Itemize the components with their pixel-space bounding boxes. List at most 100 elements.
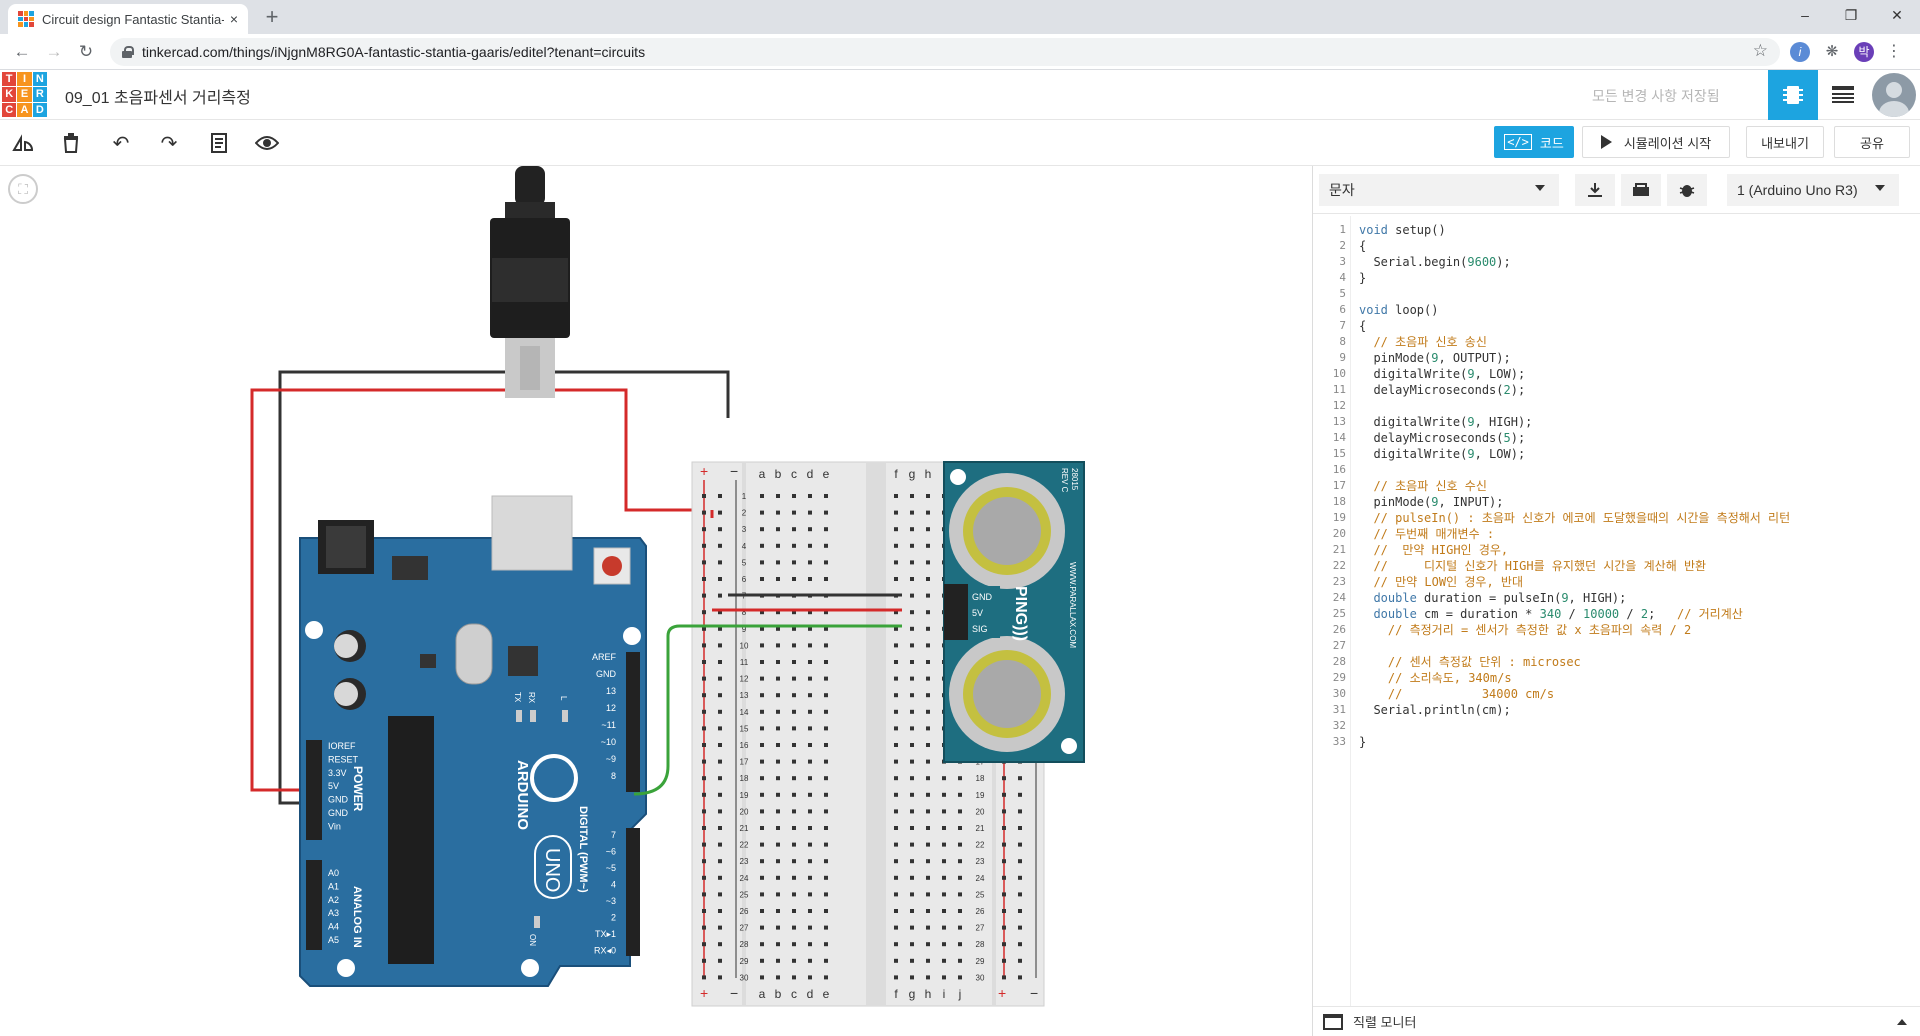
- breadboard-hole[interactable]: [942, 875, 946, 880]
- breadboard-hole[interactable]: [792, 643, 796, 648]
- code-line[interactable]: delayMicroseconds(2);: [1359, 382, 1919, 398]
- breadboard-hole[interactable]: [760, 892, 764, 897]
- code-line[interactable]: void loop(): [1359, 302, 1919, 318]
- notes-icon[interactable]: [204, 129, 234, 157]
- code-line[interactable]: [1359, 286, 1919, 302]
- breadboard-hole[interactable]: [910, 792, 914, 797]
- breadboard-hole[interactable]: [776, 958, 780, 963]
- breadboard-hole[interactable]: [760, 693, 764, 698]
- breadboard-hole[interactable]: [792, 660, 796, 664]
- breadboard-hole[interactable]: [718, 826, 722, 830]
- breadboard-hole[interactable]: [894, 676, 898, 681]
- breadboard-hole[interactable]: [894, 510, 898, 515]
- breadboard-hole[interactable]: [894, 792, 898, 797]
- breadboard-hole[interactable]: [926, 494, 930, 498]
- breadboard-hole[interactable]: [894, 859, 898, 864]
- breadboard-hole[interactable]: [702, 892, 706, 897]
- code-line[interactable]: // 센서 측정값 단위 : microsec: [1359, 654, 1919, 670]
- puzzle-extensions-icon[interactable]: ❋: [1822, 42, 1842, 62]
- breadboard-hole[interactable]: [792, 726, 796, 731]
- breadboard-hole[interactable]: [894, 726, 898, 731]
- breadboard-hole[interactable]: [926, 975, 930, 980]
- breadboard-hole[interactable]: [776, 643, 780, 648]
- breadboard-hole[interactable]: [718, 510, 722, 515]
- breadboard-hole[interactable]: [702, 693, 706, 698]
- breadboard-hole[interactable]: [792, 676, 796, 681]
- breadboard-hole[interactable]: [894, 975, 898, 980]
- breadboard-hole[interactable]: [718, 859, 722, 864]
- breadboard-hole[interactable]: [776, 842, 780, 847]
- breadboard-hole[interactable]: [808, 560, 812, 565]
- breadboard-hole[interactable]: [894, 909, 898, 913]
- code-text[interactable]: void setup(){ Serial.begin(9600);} void …: [1359, 216, 1919, 1006]
- breadboard-hole[interactable]: [824, 693, 828, 698]
- breadboard-hole[interactable]: [760, 776, 764, 781]
- breadboard-hole[interactable]: [942, 859, 946, 864]
- breadboard-hole[interactable]: [910, 626, 914, 631]
- breadboard-hole[interactable]: [776, 925, 780, 930]
- breadboard-hole[interactable]: [926, 909, 930, 913]
- breadboard-hole[interactable]: [702, 875, 706, 880]
- breadboard-hole[interactable]: [824, 560, 828, 565]
- breadboard-hole[interactable]: [910, 593, 914, 598]
- breadboard-hole[interactable]: [824, 809, 828, 814]
- code-line[interactable]: double cm = duration * 340 / 10000 / 2; …: [1359, 606, 1919, 622]
- breadboard-hole[interactable]: [894, 660, 898, 664]
- download-icon[interactable]: [1575, 174, 1615, 206]
- restore-button[interactable]: ❐: [1828, 0, 1874, 30]
- breadboard-hole[interactable]: [824, 577, 828, 581]
- breadboard-hole[interactable]: [808, 792, 812, 797]
- breadboard-hole[interactable]: [792, 942, 796, 947]
- breadboard-hole[interactable]: [926, 560, 930, 565]
- breadboard-hole[interactable]: [1018, 859, 1022, 864]
- breadboard-hole[interactable]: [702, 792, 706, 797]
- breadboard-hole[interactable]: [894, 693, 898, 698]
- breadboard-hole[interactable]: [792, 494, 796, 498]
- code-line[interactable]: // 측정거리 = 센서가 측정한 값 x 초음파의 속력 / 2: [1359, 622, 1919, 638]
- breadboard-hole[interactable]: [926, 892, 930, 897]
- trash-icon[interactable]: [56, 129, 86, 157]
- breadboard-hole[interactable]: [894, 743, 898, 747]
- code-line[interactable]: Serial.println(cm);: [1359, 702, 1919, 718]
- breadboard-hole[interactable]: [808, 759, 812, 764]
- breadboard-hole[interactable]: [760, 875, 764, 880]
- breadboard-hole[interactable]: [718, 577, 722, 581]
- breadboard-hole[interactable]: [926, 942, 930, 947]
- breadboard-hole[interactable]: [808, 693, 812, 698]
- breadboard-hole[interactable]: [824, 826, 828, 830]
- breadboard-hole[interactable]: [702, 958, 706, 963]
- browser-tab[interactable]: Circuit design Fantastic Stantia- ×: [8, 4, 248, 34]
- breadboard-hole[interactable]: [718, 975, 722, 980]
- new-tab-button[interactable]: +: [258, 4, 286, 32]
- breadboard-hole[interactable]: [910, 577, 914, 581]
- breadboard-hole[interactable]: [792, 792, 796, 797]
- project-title[interactable]: 09_01 초음파센서 거리측정: [65, 84, 251, 108]
- component-list-button[interactable]: [1818, 70, 1868, 120]
- breadboard-hole[interactable]: [792, 892, 796, 897]
- bookmark-star-icon[interactable]: ☆: [1753, 41, 1768, 61]
- breadboard-hole[interactable]: [894, 776, 898, 781]
- breadboard-hole[interactable]: [1002, 875, 1006, 880]
- breadboard-hole[interactable]: [926, 643, 930, 648]
- browser-menu-icon[interactable]: ⋮: [1884, 42, 1904, 62]
- user-avatar[interactable]: [1872, 73, 1916, 117]
- breadboard-hole[interactable]: [718, 759, 722, 764]
- export-button[interactable]: 내보내기: [1746, 126, 1824, 158]
- breadboard-hole[interactable]: [718, 792, 722, 797]
- breadboard-hole[interactable]: [926, 543, 930, 548]
- breadboard-hole[interactable]: [760, 643, 764, 648]
- breadboard-hole[interactable]: [926, 925, 930, 930]
- breadboard-hole[interactable]: [910, 743, 914, 747]
- breadboard-hole[interactable]: [702, 494, 706, 498]
- breadboard-hole[interactable]: [1018, 892, 1022, 897]
- breadboard-hole[interactable]: [910, 543, 914, 548]
- breadboard-hole[interactable]: [718, 942, 722, 947]
- code-line[interactable]: digitalWrite(9, LOW);: [1359, 446, 1919, 462]
- breadboard-hole[interactable]: [910, 909, 914, 913]
- breadboard-hole[interactable]: [1018, 958, 1022, 963]
- breadboard-hole[interactable]: [776, 792, 780, 797]
- breadboard-hole[interactable]: [792, 709, 796, 714]
- breadboard-hole[interactable]: [808, 892, 812, 897]
- breadboard-hole[interactable]: [808, 859, 812, 864]
- breadboard-hole[interactable]: [910, 510, 914, 515]
